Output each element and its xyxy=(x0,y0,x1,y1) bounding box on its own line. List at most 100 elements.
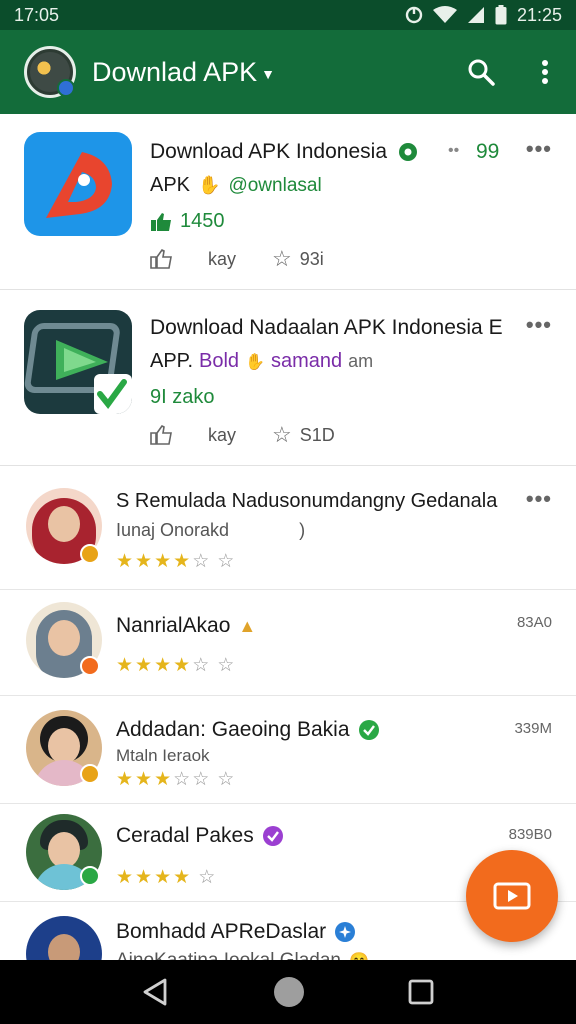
reviewer-name-row: Addadan: Gaeoing Bakia xyxy=(116,718,380,742)
reviewer-name-row: Bomhadd APReDaslar xyxy=(116,920,356,944)
avatar-face xyxy=(48,728,80,764)
avatar-badge-icon xyxy=(57,79,75,97)
star-icon: ★ xyxy=(154,769,172,790)
more-options-icon[interactable]: ••• xyxy=(526,486,552,512)
badge-count: 99 xyxy=(476,140,500,163)
verified-icon xyxy=(358,720,379,740)
star-icon: ★ xyxy=(116,655,134,676)
verified-icon xyxy=(262,826,283,846)
review-meta: 83A0 xyxy=(516,614,552,631)
star-icon: ★ xyxy=(116,867,134,888)
star-icon: ★ xyxy=(154,551,172,572)
thumbs-up-icon[interactable] xyxy=(150,249,172,269)
star-outline-icon[interactable]: ☆ xyxy=(272,422,292,448)
home-icon[interactable] xyxy=(272,975,306,1009)
review-subtitle: Iunaj Onorakd ) xyxy=(116,520,306,540)
search-icon xyxy=(468,59,495,86)
badge-icon xyxy=(80,764,100,784)
more-options-icon[interactable]: ••• xyxy=(526,312,552,338)
star-icon: ★ xyxy=(116,769,134,790)
avatar-face xyxy=(48,506,80,542)
thumbs-up-icon[interactable] xyxy=(150,425,172,445)
data-saver-icon xyxy=(405,6,423,24)
back-icon[interactable] xyxy=(141,977,171,1007)
like-label: kay xyxy=(208,424,237,445)
review-item[interactable]: NanrialAkao ▲ 83A0 ★ ★ ★ ★ ☆ ☆ xyxy=(0,590,576,696)
app-bar: Downlad APK ▼ xyxy=(0,30,576,114)
app-logo-icon xyxy=(24,323,132,414)
star-icon: ★ xyxy=(116,551,134,572)
review-subtitle: Mtaln Ieraok xyxy=(116,746,210,765)
star-rating: ★ ★ ★ ☆ ☆ ☆ xyxy=(116,768,234,791)
app-icon xyxy=(24,310,132,414)
app-title-dropdown[interactable]: Downlad APK ▼ xyxy=(92,57,466,88)
verified-icon xyxy=(399,143,417,161)
dot-separator: •• xyxy=(448,142,460,159)
hand-icon: ✋ xyxy=(245,353,265,371)
content-list: Download APK Indonesia •• 99 ••• APK ✋ @… xyxy=(0,114,576,992)
more-options-icon[interactable]: ••• xyxy=(526,136,552,162)
rating-count: S1D xyxy=(299,424,335,445)
profile-avatar[interactable] xyxy=(24,46,76,98)
star-outline-icon: ☆ xyxy=(217,769,235,790)
star-outline-icon: ☆ xyxy=(217,655,235,676)
app-card[interactable]: Download APK Indonesia •• 99 ••• APK ✋ @… xyxy=(0,114,576,290)
star-outline-icon: ☆ xyxy=(192,551,210,572)
app-title: Downlad APK xyxy=(92,56,258,87)
avatar-face xyxy=(48,620,80,656)
app-title: Download APK Indonesia xyxy=(150,140,419,164)
badge-icon xyxy=(80,544,100,564)
app-card[interactable]: Download Nadaalan APK Indonesia E ••• AP… xyxy=(0,290,576,466)
like-label: kay xyxy=(208,248,237,269)
overflow-menu-button[interactable] xyxy=(530,57,560,87)
star-icon: ★ xyxy=(135,655,153,676)
reviewer-name: S Remulada Nadusonumdangny Gedanala xyxy=(116,490,498,512)
star-icon: ★ xyxy=(154,867,172,888)
reviewer-name-row: NanrialAkao ▲ xyxy=(116,614,256,638)
download-stats: 1450 xyxy=(150,210,225,233)
status-time-left: 17:05 xyxy=(14,4,60,25)
star-icon: ★ xyxy=(135,769,153,790)
wifi-icon xyxy=(432,6,457,23)
star-half-icon: ★ xyxy=(173,551,191,572)
reviewer-name: NanrialAkao xyxy=(116,614,231,637)
star-half-icon: ★ xyxy=(173,655,191,676)
more-vert-icon xyxy=(542,60,548,84)
actions-row: kay ☆ S1D xyxy=(150,422,335,448)
thumbs-up-filled-icon xyxy=(151,212,171,231)
review-meta: 339M xyxy=(514,720,552,737)
star-icon: ★ xyxy=(135,551,153,572)
star-outline-icon: ☆ xyxy=(198,867,216,888)
navigation-bar xyxy=(0,960,576,1024)
star-outline-icon[interactable]: ☆ xyxy=(272,246,292,272)
badge-icon xyxy=(80,656,100,676)
chevron-down-icon: ▼ xyxy=(261,66,275,82)
review-meta: 839B0 xyxy=(508,826,552,843)
review-item[interactable]: Addadan: Gaeoing Bakia 339M Mtaln Ieraok… xyxy=(0,696,576,804)
star-icon: ★ xyxy=(154,655,172,676)
star-rating: ★ ★ ★ ★ ☆ ☆ xyxy=(116,550,234,573)
app-title: Download Nadaalan APK Indonesia E xyxy=(150,316,503,339)
app-subtitle: APP. Bold ✋ samand am xyxy=(150,350,374,372)
fab-play-button[interactable] xyxy=(466,850,558,942)
triangle-badge-icon: ▲ xyxy=(238,615,257,636)
app-icon xyxy=(24,132,132,236)
search-button[interactable] xyxy=(466,57,496,87)
hand-icon: ✋ xyxy=(198,175,221,195)
reviewer-name-row: Ceradal Pakes xyxy=(116,824,284,848)
status-time-right: 21:25 xyxy=(516,4,562,25)
badge-icon xyxy=(80,866,100,886)
avatar-face xyxy=(48,832,80,868)
star-outline-icon: ☆ xyxy=(217,551,235,572)
star-outline-icon: ☆ xyxy=(192,655,210,676)
app-subtitle: APK ✋ @ownlasal xyxy=(150,174,322,196)
app-logo-icon xyxy=(46,152,112,218)
star-rating: ★ ★ ★ ★ ☆ xyxy=(116,866,215,889)
reviewer-name: Addadan: Gaeoing Bakia xyxy=(116,718,350,741)
reviewer-name: Bomhadd APReDaslar xyxy=(116,920,327,943)
star-rating: ★ ★ ★ ★ ☆ ☆ xyxy=(116,654,234,677)
recents-icon[interactable] xyxy=(407,978,435,1006)
star-icon: ★ xyxy=(135,867,153,888)
star-icon: ★ xyxy=(173,867,191,888)
review-item[interactable]: S Remulada Nadusonumdangny Gedanala Iuna… xyxy=(0,466,576,590)
